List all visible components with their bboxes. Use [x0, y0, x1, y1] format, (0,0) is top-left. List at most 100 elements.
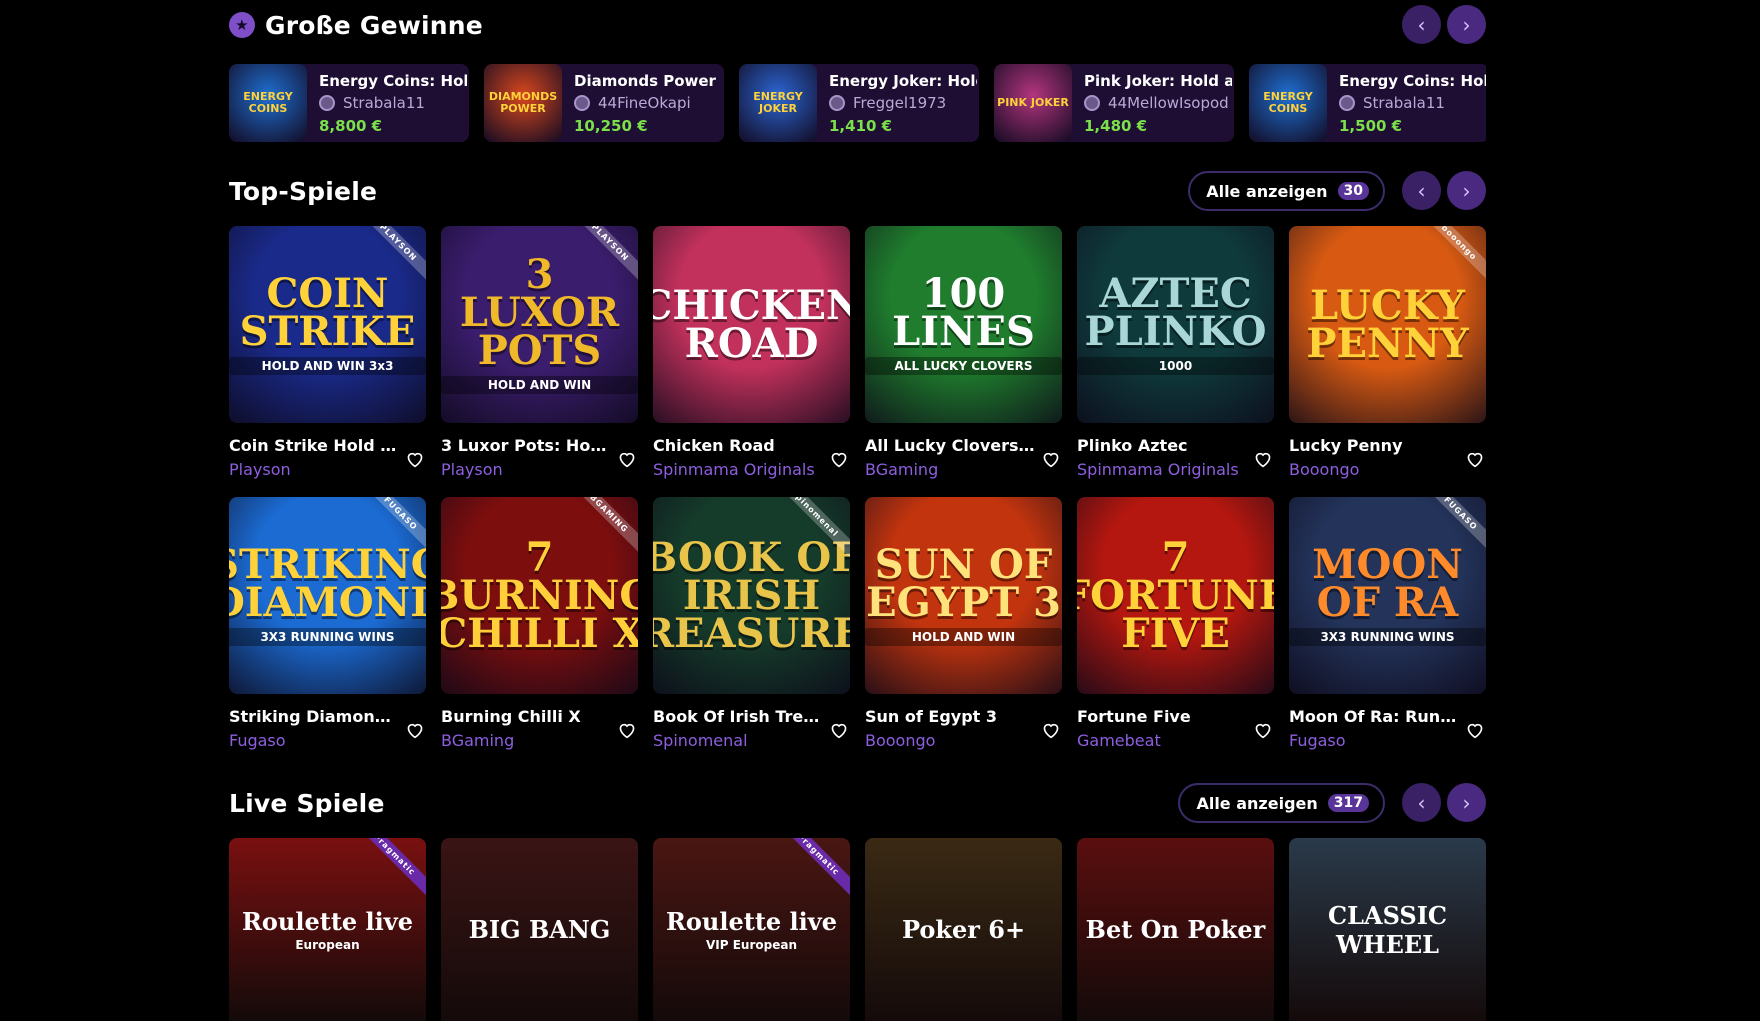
win-card[interactable]: ENERGY COINS Energy Coins: Hold and Win St… — [229, 64, 469, 142]
game-thumbnail[interactable]: MOON OF RA 3X3 RUNNING WINS FUGASO — [1289, 497, 1486, 694]
game-thumbnail[interactable]: 7 BURNING CHILLI X BGAMING — [441, 497, 638, 694]
thumb-title: COIN STRIKE — [239, 269, 416, 355]
show-all-button[interactable]: Alle anzeigen 317 — [1178, 783, 1385, 823]
game-provider[interactable]: Booongo — [1289, 460, 1486, 479]
thumb-title: CHICKEN ROAD — [653, 281, 850, 367]
game-provider[interactable]: Spinmama Originals — [653, 460, 850, 479]
live-game-thumbnail[interactable]: Roulette live VIP European Pragmatic — [653, 838, 850, 1021]
game-card[interactable]: 3 LUXOR POTS HOLD AND WIN PLAYSON 3 Luxor P… — [441, 226, 638, 479]
live-game-thumbnail[interactable]: Poker 6+ — [865, 838, 1062, 1021]
heart-icon[interactable] — [404, 448, 426, 470]
prev-button[interactable]: ‹ — [1402, 5, 1441, 44]
heart-icon[interactable] — [1040, 719, 1062, 741]
win-thumb-text: ENERGY COINS — [243, 90, 293, 115]
live-game-thumbnail[interactable]: BIG BANG — [441, 838, 638, 1021]
game-provider[interactable]: BGaming — [441, 731, 638, 750]
game-card[interactable]: CHICKEN ROAD Chicken Road Spinmama Origina… — [653, 226, 850, 479]
game-thumbnail[interactable]: AZTEC PLINKO 1000 — [1077, 226, 1274, 423]
show-all-button[interactable]: Alle anzeigen 30 — [1188, 171, 1385, 211]
live-game-card[interactable]: Bet On Poker — [1077, 838, 1274, 1021]
game-card[interactable]: 7 BURNING CHILLI X BGAMING Burning Chilli … — [441, 497, 638, 750]
next-button[interactable]: › — [1447, 783, 1486, 822]
game-card[interactable]: 7 FORTUNE FIVE Fortune Five Gamebeat — [1077, 497, 1274, 750]
game-card[interactable]: MOON OF RA 3X3 RUNNING WINS FUGASO Moon Of … — [1289, 497, 1486, 750]
big-wins-list: ENERGY COINS Energy Coins: Hold and Win St… — [229, 64, 1486, 142]
heart-icon[interactable] — [1464, 448, 1486, 470]
game-card[interactable]: LUCKY PENNY booongo Lucky Penny Booongo — [1289, 226, 1486, 479]
game-thumbnail[interactable]: 100 LINES ALL LUCKY CLOVERS — [865, 226, 1062, 423]
game-provider[interactable]: Booongo — [865, 731, 1062, 750]
game-thumbnail[interactable]: CHICKEN ROAD — [653, 226, 850, 423]
win-info: Energy Joker: Hold and Win Freggel1973 1,4… — [817, 64, 977, 142]
prev-button[interactable]: ‹ — [1402, 783, 1441, 822]
count-badge: 317 — [1327, 794, 1369, 812]
heart-icon[interactable] — [616, 719, 638, 741]
game-card[interactable]: STRIKING DIAMOND3X3 RUNNING WINSFUGASO St… — [229, 497, 426, 750]
win-thumbnail[interactable]: ENERGY COINS — [229, 64, 307, 142]
win-card[interactable]: ENERGY COINS Energy Coins: Hold and Win St… — [1249, 64, 1486, 142]
live-game-thumbnail[interactable]: Bet On Poker — [1077, 838, 1274, 1021]
thumb-title: BIG BANG — [468, 915, 611, 944]
win-thumbnail[interactable]: DIAMONDS POWER — [484, 64, 562, 142]
win-game-name: Pink Joker: Hold and Win — [1084, 72, 1232, 90]
live-game-card[interactable]: CLASSIC WHEEL — [1289, 838, 1486, 1021]
thumb-art: BIG BANG — [469, 915, 611, 944]
thumb-art: 7 FORTUNE FIVE — [1077, 533, 1274, 657]
thumb-art: Roulette live European — [242, 907, 413, 952]
win-username: Strabala11 — [343, 94, 425, 112]
live-game-card[interactable]: Poker 6+ — [865, 838, 1062, 1021]
thumb-title: BOOK OF IRISH TREASURES — [653, 533, 850, 657]
heart-icon[interactable] — [828, 448, 850, 470]
game-provider[interactable]: Fugaso — [1289, 731, 1486, 750]
game-provider[interactable]: BGaming — [865, 460, 1062, 479]
win-thumb-text: ENERGY COINS — [1263, 90, 1313, 115]
game-provider[interactable]: Fugaso — [229, 731, 426, 750]
next-button[interactable]: › — [1447, 171, 1486, 210]
heart-icon[interactable] — [1252, 448, 1274, 470]
game-thumbnail[interactable]: STRIKING DIAMOND3X3 RUNNING WINSFUGASO — [229, 497, 426, 694]
next-button[interactable]: › — [1447, 5, 1486, 44]
game-provider[interactable]: Spinomenal — [653, 731, 850, 750]
heart-icon[interactable] — [1252, 719, 1274, 741]
win-thumbnail[interactable]: PINK JOKER — [994, 64, 1072, 142]
win-thumbnail[interactable]: ENERGY JOKER — [739, 64, 817, 142]
game-thumbnail[interactable]: 3 LUXOR POTS HOLD AND WIN PLAYSON — [441, 226, 638, 423]
thumb-art: COIN STRIKE HOLD AND WIN 3x3 — [229, 269, 426, 375]
win-thumbnail[interactable]: ENERGY COINS — [1249, 64, 1327, 142]
game-card[interactable]: SUN OF EGYPT 3 HOLD AND WIN Sun of Egypt 3… — [865, 497, 1062, 750]
live-game-card[interactable]: BIG BANG — [441, 838, 638, 1021]
live-game-card[interactable]: Roulette live VIP European Pragmatic — [653, 838, 850, 1021]
game-provider[interactable]: Playson — [441, 460, 638, 479]
win-amount: 8,800 € — [319, 117, 383, 135]
game-thumbnail[interactable]: BOOK OF IRISH TREASURESspinomenal — [653, 497, 850, 694]
heart-icon[interactable] — [404, 719, 426, 741]
game-provider[interactable]: Gamebeat — [1077, 731, 1274, 750]
game-provider[interactable]: Playson — [229, 460, 426, 479]
win-info: Energy Coins: Hold and Win Strabala11 8,80… — [307, 64, 467, 142]
prev-button[interactable]: ‹ — [1402, 171, 1441, 210]
game-card[interactable]: BOOK OF IRISH TREASURESspinomenal Book Of… — [653, 497, 850, 750]
thumb-art: AZTEC PLINKO 1000 — [1077, 273, 1274, 375]
win-card[interactable]: ENERGY JOKER Energy Joker: Hold and Win Fr… — [739, 64, 979, 142]
thumb-title: 7 FORTUNE FIVE — [1077, 533, 1274, 657]
win-card[interactable]: DIAMONDS POWER Diamonds Power 44FineOkapi 1… — [484, 64, 724, 142]
win-card[interactable]: PINK JOKER Pink Joker: Hold and Win 44Mell… — [994, 64, 1234, 142]
heart-icon[interactable] — [616, 448, 638, 470]
game-card[interactable]: 100 LINES ALL LUCKY CLOVERS All Lucky Clov… — [865, 226, 1062, 479]
game-provider[interactable]: Spinmama Originals — [1077, 460, 1274, 479]
game-thumbnail[interactable]: SUN OF EGYPT 3 HOLD AND WIN — [865, 497, 1062, 694]
live-game-card[interactable]: Roulette live European Pragmatic — [229, 838, 426, 1021]
heart-icon[interactable] — [828, 719, 850, 741]
game-name: Sun of Egypt 3 — [865, 707, 998, 726]
game-thumbnail[interactable]: COIN STRIKE HOLD AND WIN 3x3 PLAYSON — [229, 226, 426, 423]
live-game-thumbnail[interactable]: Roulette live European Pragmatic — [229, 838, 426, 1021]
game-card[interactable]: COIN STRIKE HOLD AND WIN 3x3 PLAYSON Coin S… — [229, 226, 426, 479]
live-game-thumbnail[interactable]: CLASSIC WHEEL — [1289, 838, 1486, 1021]
big-wins-title: Große Gewinne — [265, 10, 483, 40]
heart-icon[interactable] — [1464, 719, 1486, 741]
game-thumbnail[interactable]: LUCKY PENNY booongo — [1289, 226, 1486, 423]
heart-icon[interactable] — [1040, 448, 1062, 470]
game-thumbnail[interactable]: 7 FORTUNE FIVE — [1077, 497, 1274, 694]
provider-ribbon: booongo — [1419, 226, 1486, 282]
game-card[interactable]: AZTEC PLINKO 1000 Plinko Aztec Spinmama Ori… — [1077, 226, 1274, 479]
